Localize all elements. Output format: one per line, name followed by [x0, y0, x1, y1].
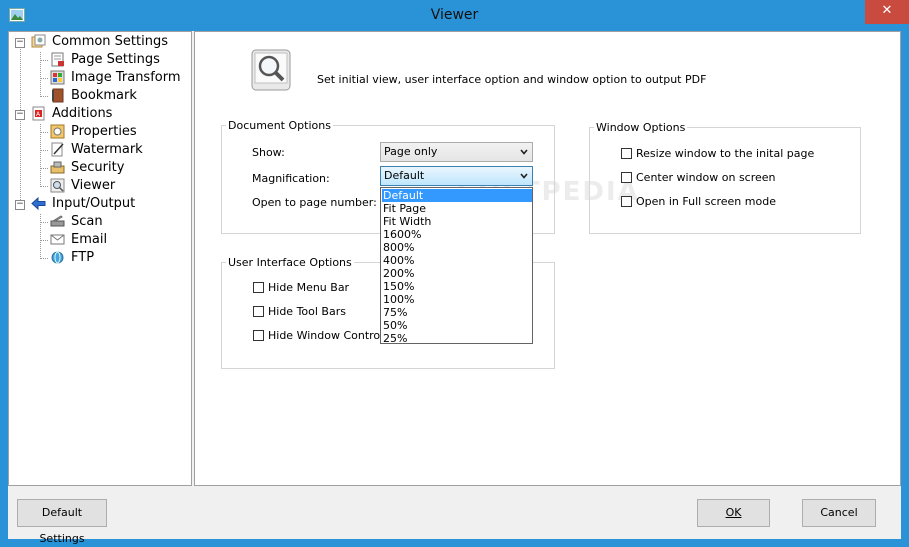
- tree-line: [40, 124, 41, 187]
- collapse-toggle[interactable]: −: [15, 110, 25, 120]
- tree-line: [40, 78, 48, 79]
- chevron-down-icon: [520, 149, 528, 155]
- arrow-icon: [31, 196, 46, 211]
- dropdown-option[interactable]: Fit Width: [382, 215, 532, 228]
- dropdown-option-default[interactable]: Default: [382, 189, 532, 202]
- window-options-title: Window Options: [594, 121, 688, 134]
- client-area: − Common Settings Page Settings Image Tr…: [8, 31, 901, 545]
- dropdown-option[interactable]: 100%: [382, 293, 532, 306]
- collapse-toggle[interactable]: −: [15, 200, 25, 210]
- open-page-label: Open to page number:: [252, 196, 377, 209]
- full-screen-checkbox[interactable]: [621, 196, 632, 207]
- tree-item-image-transform[interactable]: Image Transform: [71, 69, 181, 87]
- center-window-label: Center window on screen: [636, 171, 776, 184]
- app-window: Viewer ✕ − Common Settings Page Settings…: [0, 0, 909, 547]
- hide-window-controls-label: Hide Window Controls: [268, 329, 389, 342]
- tree-item-email[interactable]: Email: [71, 231, 107, 249]
- tree-line: [40, 132, 48, 133]
- ui-options-title: User Interface Options: [226, 256, 354, 269]
- dropdown-option[interactable]: 75%: [382, 306, 532, 319]
- tree-item-bookmark[interactable]: Bookmark: [71, 87, 137, 105]
- scanner-icon: [50, 215, 65, 227]
- close-button[interactable]: ✕: [865, 0, 909, 24]
- hide-tool-bars-checkbox[interactable]: [253, 306, 264, 317]
- tree-item-watermark[interactable]: Watermark: [71, 141, 143, 159]
- tree-item-security[interactable]: Security: [71, 159, 124, 177]
- dropdown-option[interactable]: 400%: [382, 254, 532, 267]
- dropdown-option[interactable]: 25%: [382, 332, 532, 345]
- tree-item-scan[interactable]: Scan: [71, 213, 103, 231]
- magnification-dropdown-list[interactable]: Default Fit Page Fit Width 1600% 800% 40…: [380, 187, 533, 345]
- hide-menu-bar-label: Hide Menu Bar: [268, 281, 350, 294]
- show-select-value: Page only: [384, 145, 438, 158]
- tree-line: [40, 258, 48, 259]
- tree-line: [40, 186, 48, 187]
- bookmark-icon: [52, 88, 64, 103]
- tree-line: [40, 60, 48, 61]
- ok-button[interactable]: OK: [697, 499, 770, 527]
- dropdown-option[interactable]: Fit Page: [382, 202, 532, 215]
- hide-tool-bars-label: Hide Tool Bars: [268, 305, 346, 318]
- tree-line: [40, 52, 41, 97]
- tree-item-ftp[interactable]: FTP: [71, 249, 94, 267]
- resize-window-label: Resize window to the inital page: [636, 147, 815, 160]
- magnification-select-value: Default: [384, 169, 425, 182]
- default-settings-button[interactable]: Default Settings: [17, 499, 107, 545]
- dropdown-option[interactable]: 200%: [382, 267, 532, 280]
- dropdown-option[interactable]: 50%: [382, 319, 532, 332]
- settings-tree[interactable]: − Common Settings Page Settings Image Tr…: [8, 31, 192, 486]
- magnification-select[interactable]: Default: [380, 166, 533, 186]
- magnifier-icon: [251, 49, 291, 91]
- tree-item-additions[interactable]: Additions: [52, 105, 112, 123]
- properties-icon: [50, 124, 65, 139]
- dropdown-option[interactable]: 800%: [382, 241, 532, 254]
- hide-window-controls-checkbox[interactable]: [253, 330, 264, 341]
- chevron-down-icon: [520, 173, 528, 179]
- show-select[interactable]: Page only: [380, 142, 533, 162]
- globe-icon: [51, 251, 64, 264]
- tree-line: [40, 222, 48, 223]
- tree-line: [40, 240, 48, 241]
- center-window-checkbox[interactable]: [621, 172, 632, 183]
- tree-item-properties[interactable]: Properties: [71, 123, 137, 141]
- security-icon: [50, 161, 65, 174]
- cancel-button[interactable]: Cancel: [802, 499, 876, 527]
- pdf-icon: A: [32, 106, 45, 121]
- hide-menu-bar-checkbox[interactable]: [253, 282, 264, 293]
- dropdown-option[interactable]: 1600%: [382, 228, 532, 241]
- viewer-icon: [50, 178, 65, 193]
- settings-panel: Set initial view, user interface option …: [194, 31, 901, 486]
- tree-line: [40, 214, 41, 259]
- show-label: Show:: [252, 146, 285, 159]
- image-transform-icon: [50, 70, 65, 85]
- magnification-label: Magnification:: [252, 172, 330, 185]
- full-screen-label: Open in Full screen mode: [636, 195, 776, 208]
- resize-window-checkbox[interactable]: [621, 148, 632, 159]
- tree-item-input-output[interactable]: Input/Output: [52, 195, 135, 213]
- title-bar[interactable]: Viewer ✕: [0, 0, 909, 31]
- window-title: Viewer: [430, 7, 479, 23]
- tree-line: [40, 168, 48, 169]
- settings-stack-icon: [31, 34, 46, 48]
- email-icon: [50, 234, 65, 245]
- tree-line: [20, 46, 21, 204]
- watermark-icon: [51, 142, 64, 157]
- document-options-title: Document Options: [226, 119, 333, 132]
- tree-line: [40, 150, 48, 151]
- collapse-toggle[interactable]: −: [15, 38, 25, 48]
- panel-description: Set initial view, user interface option …: [317, 73, 707, 86]
- tree-item-common-settings[interactable]: Common Settings: [52, 33, 168, 51]
- tree-item-viewer[interactable]: Viewer: [71, 177, 115, 195]
- tree-item-page-settings[interactable]: Page Settings: [71, 51, 160, 69]
- tree-line: [40, 96, 48, 97]
- close-icon: ✕: [881, 3, 893, 18]
- dropdown-option[interactable]: 150%: [382, 280, 532, 293]
- page-settings-icon: [51, 52, 64, 67]
